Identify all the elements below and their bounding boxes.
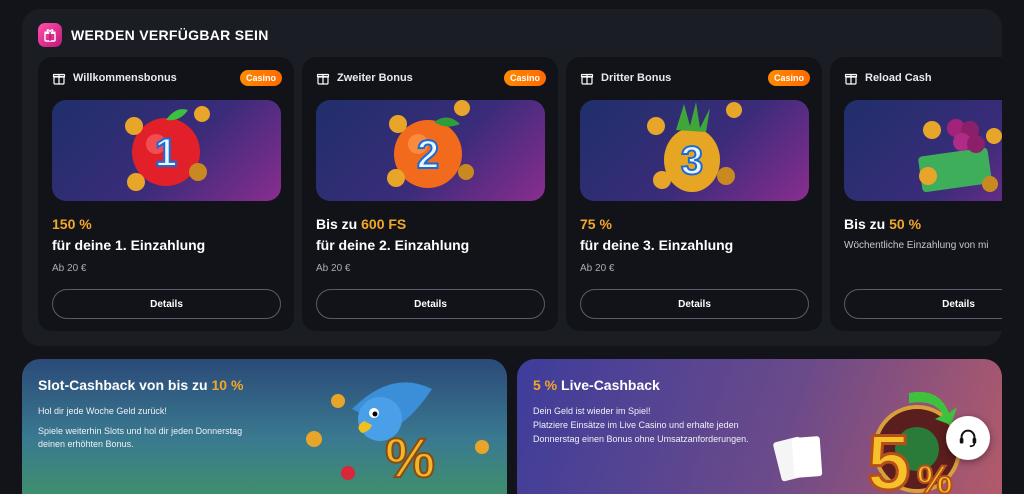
bonus-artwork-grapes <box>844 100 1002 201</box>
banner-text-line: Platziere Einsätze im Live Casino und er… <box>533 420 739 430</box>
banner-subtitle: Hol dir jede Woche Geld zurück! <box>38 406 167 416</box>
svg-text:2: 2 <box>417 133 439 177</box>
bonus-artwork-apple: 1 <box>52 100 281 201</box>
bonus-artwork-orange: 2 <box>316 100 545 201</box>
svg-text:5: 5 <box>867 418 910 494</box>
upcoming-bonuses-section: WERDEN VERFÜGBAR SEIN Willkommensbonus C… <box>22 9 1002 346</box>
minimum-deposit: Ab 20 € <box>52 263 87 274</box>
svg-text:%: % <box>385 426 435 489</box>
bonus-artwork-pineapple: 3 <box>580 100 809 201</box>
bonus-card-welcome: Willkommensbonus Casino 1 150 % für dein… <box>38 57 294 331</box>
bonus-description: für deine 3. Einzahlung <box>580 237 734 253</box>
banner-text-line: deinen erhöhten Bonus. <box>38 439 134 449</box>
banner-subtitle: Dein Geld ist wieder im Spiel! <box>533 406 651 416</box>
svg-text:3: 3 <box>681 139 703 183</box>
banner-text-line: Donnerstag einen Bonus ohne Umsatzanford… <box>533 434 749 444</box>
section-header: WERDEN VERFÜGBAR SEIN <box>38 23 269 47</box>
svg-text:1: 1 <box>155 131 177 175</box>
card-title: Dritter Bonus <box>601 72 672 84</box>
details-button[interactable]: Details <box>52 289 281 319</box>
gift-icon <box>580 73 594 85</box>
svg-text:%: % <box>917 458 953 494</box>
headset-icon <box>959 429 977 448</box>
live-cashback-banner[interactable]: 5 % Live-Cashback Dein Geld ist wieder i… <box>517 359 1002 494</box>
bonus-card-second: Zweiter Bonus Casino 2 Bis zu 600 FS für… <box>302 57 558 331</box>
gift-icon <box>52 73 66 85</box>
details-button[interactable]: Details <box>316 289 545 319</box>
slot-cashback-banner[interactable]: Slot-Cashback von bis zu 10 % Hol dir je… <box>22 359 507 494</box>
bonus-description: für deine 1. Einzahlung <box>52 237 206 253</box>
gift-icon <box>844 73 858 85</box>
banner-title: Slot-Cashback von bis zu 10 % <box>38 377 244 393</box>
bonus-card-reload: Reload Cash Bis zu 50 % Wöchentliche Ein… <box>830 57 1002 331</box>
section-title: WERDEN VERFÜGBAR SEIN <box>71 27 269 43</box>
bonus-card-third: Dritter Bonus Casino 3 75 % für deine 3.… <box>566 57 822 331</box>
banner-title: 5 % Live-Cashback <box>533 377 660 393</box>
minimum-deposit: Ab 20 € <box>580 263 615 274</box>
parrot-illustration: % <box>306 382 489 490</box>
banner-text-line: Spiele weiterhin Slots und hol dir jeden… <box>38 426 243 436</box>
bonus-description: für deine 2. Einzahlung <box>316 237 470 253</box>
card-title: Willkommensbonus <box>73 72 177 84</box>
details-button[interactable]: Details <box>580 289 809 319</box>
bonus-description: Wöchentliche Einzahlung von mi <box>844 240 989 251</box>
bonus-amount: Bis zu 50 % <box>844 216 922 232</box>
card-title: Reload Cash <box>865 72 932 84</box>
casino-badge: Casino <box>767 70 810 86</box>
bonus-amount: Bis zu 600 FS <box>316 216 407 232</box>
card-title: Zweiter Bonus <box>337 72 413 84</box>
bonus-amount: 150 % <box>52 216 92 232</box>
casino-badge: Casino <box>503 70 546 86</box>
support-chat-button[interactable] <box>946 416 990 460</box>
gift-icon <box>38 23 62 47</box>
bonus-amount: 75 % <box>580 216 612 232</box>
minimum-deposit: Ab 20 € <box>316 263 351 274</box>
gift-icon <box>316 73 330 85</box>
casino-badge: Casino <box>239 70 282 86</box>
details-button[interactable]: Details <box>844 289 1002 319</box>
